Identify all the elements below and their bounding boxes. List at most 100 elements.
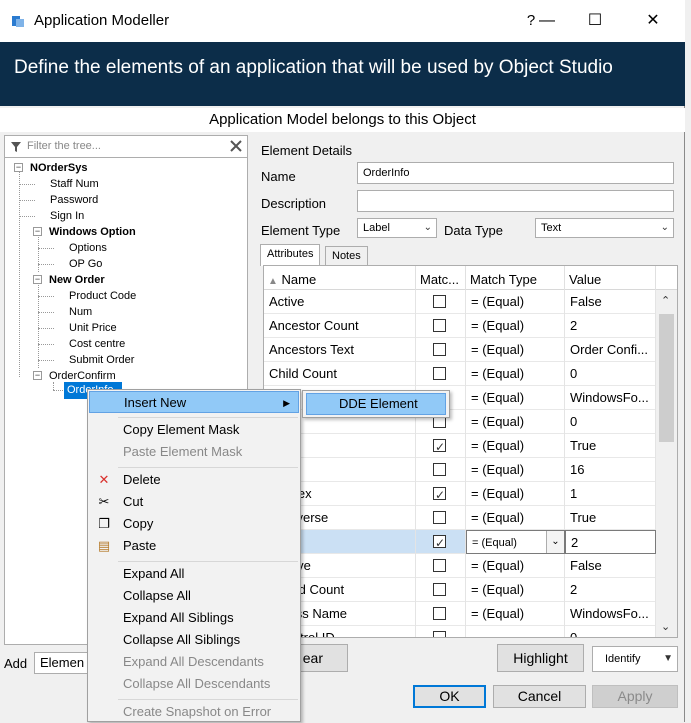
- menu-item-delete[interactable]: ✕ Delete: [89, 469, 299, 491]
- menu-item-insert-new[interactable]: Insert New ▶: [89, 391, 299, 413]
- cell-match: [416, 338, 466, 362]
- cell-value: WindowsFo...: [565, 602, 656, 626]
- menu-item-copy[interactable]: ❐ Copy: [89, 513, 299, 535]
- match-checkbox[interactable]: [433, 583, 446, 596]
- menu-item-collapse-all[interactable]: Collapse All: [89, 585, 299, 607]
- scroll-up-icon[interactable]: ⌃: [661, 294, 670, 307]
- match-checkbox[interactable]: [433, 367, 446, 380]
- element-type-select[interactable]: Label ⌄: [357, 218, 437, 238]
- menu-item-create-snapshot[interactable]: Create Snapshot on Error: [89, 701, 299, 723]
- match-checkbox[interactable]: ✓: [433, 535, 446, 550]
- match-checkbox[interactable]: ✓: [433, 487, 446, 502]
- table-row[interactable]: Ancestors Text = (Equal) Order Confi...: [264, 338, 656, 362]
- tree-node-op-go[interactable]: OP Go: [69, 258, 102, 270]
- table-row[interactable]: h Index✓= (Equal)1: [264, 482, 656, 506]
- match-checkbox[interactable]: [433, 511, 446, 524]
- collapse-icon[interactable]: −: [14, 163, 23, 172]
- tree-node-unit-price[interactable]: Unit Price: [69, 322, 117, 334]
- column-header-value[interactable]: Value: [565, 266, 656, 290]
- match-checkbox[interactable]: [433, 631, 446, 637]
- chevron-down-icon[interactable]: ⌄: [546, 531, 564, 553]
- cell-match-type[interactable]: = (Equal) ⌄: [466, 530, 565, 554]
- table-row[interactable]: Child Count = (Equal) 0: [264, 362, 656, 386]
- ok-button[interactable]: OK: [413, 685, 486, 708]
- cancel-button[interactable]: Cancel: [493, 685, 586, 708]
- cell-name: Ancestors Text: [264, 338, 416, 362]
- copy-icon: ❐: [98, 516, 110, 531]
- menu-item-paste[interactable]: ▤ Paste: [89, 535, 299, 557]
- cell-match: [416, 578, 466, 602]
- minimize-button[interactable]: —: [524, 6, 570, 36]
- tree-node-num[interactable]: Num: [69, 306, 92, 318]
- cell-match: [416, 554, 466, 578]
- match-checkbox[interactable]: [433, 463, 446, 476]
- tree-node-staff-num[interactable]: Staff Num: [50, 178, 99, 190]
- menu-item-expand-all-siblings[interactable]: Expand All Siblings: [89, 607, 299, 629]
- tab-attributes[interactable]: Attributes: [260, 244, 321, 266]
- table-row[interactable]: t Control ID 0: [264, 626, 656, 637]
- cell-value: False: [565, 554, 656, 578]
- table-row[interactable]: t Child Count = (Equal) 2: [264, 578, 656, 602]
- menu-item-expand-all-descendants[interactable]: Expand All Descendants: [89, 651, 299, 673]
- collapse-icon[interactable]: −: [33, 371, 42, 380]
- add-element-select[interactable]: Elemen: [34, 652, 94, 674]
- table-row[interactable]: Active = (Equal) False: [264, 290, 656, 314]
- match-checkbox[interactable]: [433, 343, 446, 356]
- table-row[interactable]: Ancestor Count = (Equal) 2: [264, 314, 656, 338]
- column-header-name[interactable]: ▲ Name: [264, 266, 416, 290]
- match-checkbox[interactable]: [433, 295, 446, 308]
- match-checkbox[interactable]: [433, 559, 446, 572]
- tab-notes[interactable]: Notes: [325, 246, 368, 266]
- close-button[interactable]: ✕: [630, 6, 676, 36]
- clear-filter-icon[interactable]: [229, 139, 243, 153]
- identify-select[interactable]: Identify ▼: [592, 646, 678, 672]
- apply-button[interactable]: Apply: [592, 685, 678, 708]
- cell-match-type: = (Equal): [466, 338, 565, 362]
- tree-node-product-code[interactable]: Product Code: [69, 290, 136, 302]
- tree-filter[interactable]: Filter the tree...: [5, 136, 247, 158]
- table-row[interactable]: t Class Name = (Equal) WindowsFo...: [264, 602, 656, 626]
- table-row[interactable]: t= (Equal)16: [264, 458, 656, 482]
- highlight-button[interactable]: Highlight: [497, 644, 584, 672]
- tree-node-cost-centre[interactable]: Cost centre: [69, 338, 125, 350]
- tree-node-windows-option[interactable]: Windows Option: [49, 226, 136, 238]
- checkmark-icon: ✓: [435, 536, 446, 550]
- menu-item-dde-element[interactable]: DDE Element: [306, 393, 446, 415]
- menu-item-expand-all[interactable]: Expand All: [89, 563, 299, 585]
- delete-icon: ✕: [98, 472, 110, 487]
- scissors-icon: ✂: [98, 494, 110, 509]
- cell-match-type: = (Equal): [466, 290, 565, 314]
- match-checkbox[interactable]: ✓: [433, 439, 446, 454]
- scroll-thumb[interactable]: [659, 314, 674, 442]
- tree-node-options[interactable]: Options: [69, 242, 107, 254]
- grid-scrollbar[interactable]: ⌃ ⌄: [656, 290, 677, 637]
- table-row[interactable]: t Active= (Equal)False: [264, 554, 656, 578]
- menu-item-cut[interactable]: ✂ Cut: [89, 491, 299, 513]
- tree-node-sign-in[interactable]: Sign In: [50, 210, 84, 222]
- column-header-match-type[interactable]: Match Type: [466, 266, 565, 290]
- description-input[interactable]: [357, 190, 674, 212]
- menu-item-copy-element-mask[interactable]: Copy Element Mask: [89, 419, 299, 441]
- cell-match: [416, 458, 466, 482]
- tree-node-new-order[interactable]: New Order: [49, 274, 105, 286]
- data-type-select[interactable]: Text ⌄: [535, 218, 674, 238]
- collapse-icon[interactable]: −: [33, 275, 42, 284]
- table-row[interactable]: ual✓= (Equal)⌄2: [264, 530, 656, 554]
- match-checkbox[interactable]: [433, 319, 446, 332]
- tree-node-order-confirm[interactable]: OrderConfirm: [49, 370, 116, 382]
- maximize-button[interactable]: ☐: [572, 6, 618, 36]
- table-row[interactable]: h Reverse= (Equal)True: [264, 506, 656, 530]
- menu-item-collapse-all-descendants[interactable]: Collapse All Descendants: [89, 673, 299, 695]
- tree-node-submit-order[interactable]: Submit Order: [69, 354, 134, 366]
- menu-item-paste-element-mask[interactable]: Paste Element Mask: [89, 441, 299, 463]
- cell-value[interactable]: 2: [565, 530, 656, 554]
- collapse-icon[interactable]: −: [33, 227, 42, 236]
- column-header-match[interactable]: Matc...: [416, 266, 466, 290]
- name-input[interactable]: OrderInfo: [357, 162, 674, 184]
- match-checkbox[interactable]: [433, 607, 446, 620]
- tree-node-root[interactable]: NOrderSys: [30, 162, 87, 174]
- scroll-down-icon[interactable]: ⌄: [661, 620, 670, 633]
- table-row[interactable]: ed✓= (Equal)True: [264, 434, 656, 458]
- tree-node-password[interactable]: Password: [50, 194, 98, 206]
- menu-item-collapse-all-siblings[interactable]: Collapse All Siblings: [89, 629, 299, 651]
